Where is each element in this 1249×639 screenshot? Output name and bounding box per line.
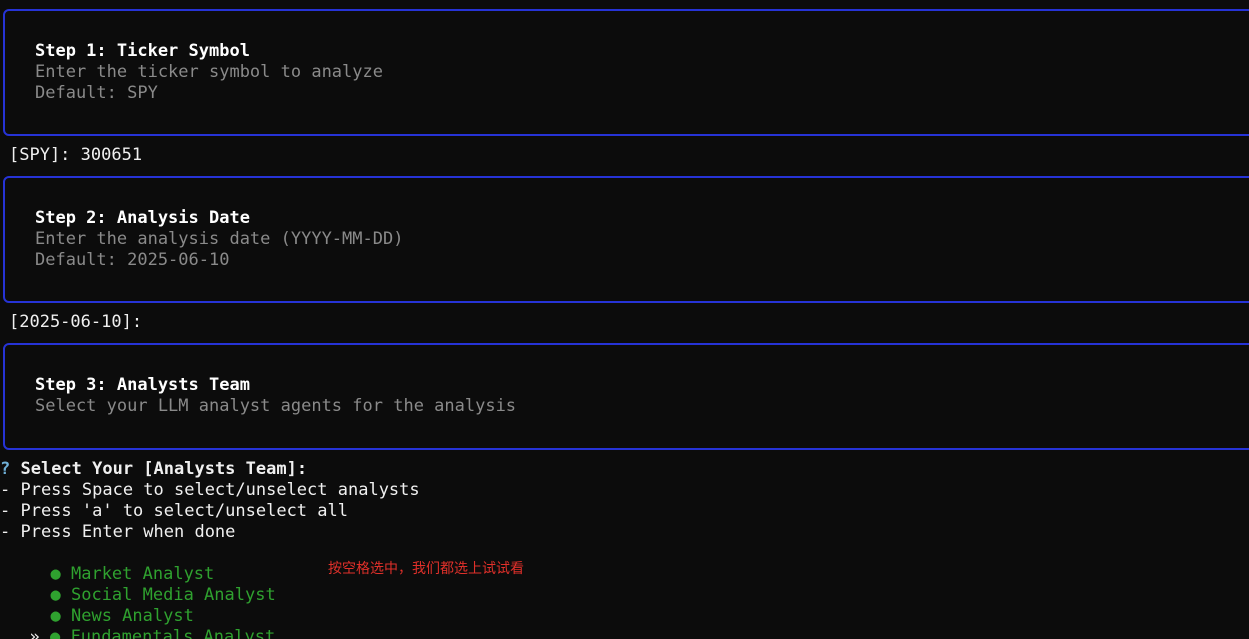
step2-default: Default: 2025-06-10 bbox=[35, 250, 230, 270]
cursor-pointer-icon: » bbox=[29, 627, 40, 639]
step2-panel: Step 2: Analysis Date Enter the analysis… bbox=[3, 176, 1249, 303]
step1-description: Enter the ticker symbol to analyze bbox=[35, 62, 383, 82]
instruction-space: - Press Space to select/unselect analyst… bbox=[0, 480, 420, 500]
step2-title: Step 2: Analysis Date bbox=[35, 208, 250, 228]
option-news-analyst[interactable]: ● News Analyst bbox=[30, 585, 193, 626]
instruction-select-all: - Press 'a' to select/unselect all bbox=[0, 501, 348, 521]
step3-description: Select your LLM analyst agents for the a… bbox=[35, 396, 517, 416]
option-fundamentals-analyst[interactable]: » ● Fundamentals Analyst bbox=[9, 606, 275, 639]
option-market-analyst[interactable]: ● Market Analyst bbox=[30, 543, 214, 584]
step2-prompt: [2025-06-10]: bbox=[9, 312, 143, 332]
step2-description: Enter the analysis date (YYYY-MM-DD) bbox=[35, 229, 404, 249]
annotation-note: 按空格选中，我们都选上试试看 bbox=[328, 561, 524, 577]
step3-title: Step 3: Analysts Team bbox=[35, 375, 250, 395]
step1-prompt: [SPY]: 300651 bbox=[9, 145, 143, 165]
step1-default: Default: SPY bbox=[35, 83, 158, 103]
option-social-media-analyst[interactable]: ● Social Media Analyst bbox=[30, 564, 275, 605]
select-question: ? Select Your [Analysts Team]: bbox=[0, 459, 307, 480]
select-question-text: Select Your [Analysts Team]: bbox=[10, 459, 308, 479]
option-label: Fundamentals Analyst bbox=[70, 627, 276, 639]
step1-panel: Step 1: Ticker Symbol Enter the ticker s… bbox=[3, 9, 1249, 136]
selected-bullet-icon: ● bbox=[49, 627, 61, 639]
step1-title: Step 1: Ticker Symbol bbox=[35, 41, 250, 61]
question-mark-icon: ? bbox=[0, 459, 11, 479]
instruction-enter: - Press Enter when done bbox=[0, 522, 236, 542]
step3-panel: Step 3: Analysts Team Select your LLM an… bbox=[3, 343, 1249, 450]
